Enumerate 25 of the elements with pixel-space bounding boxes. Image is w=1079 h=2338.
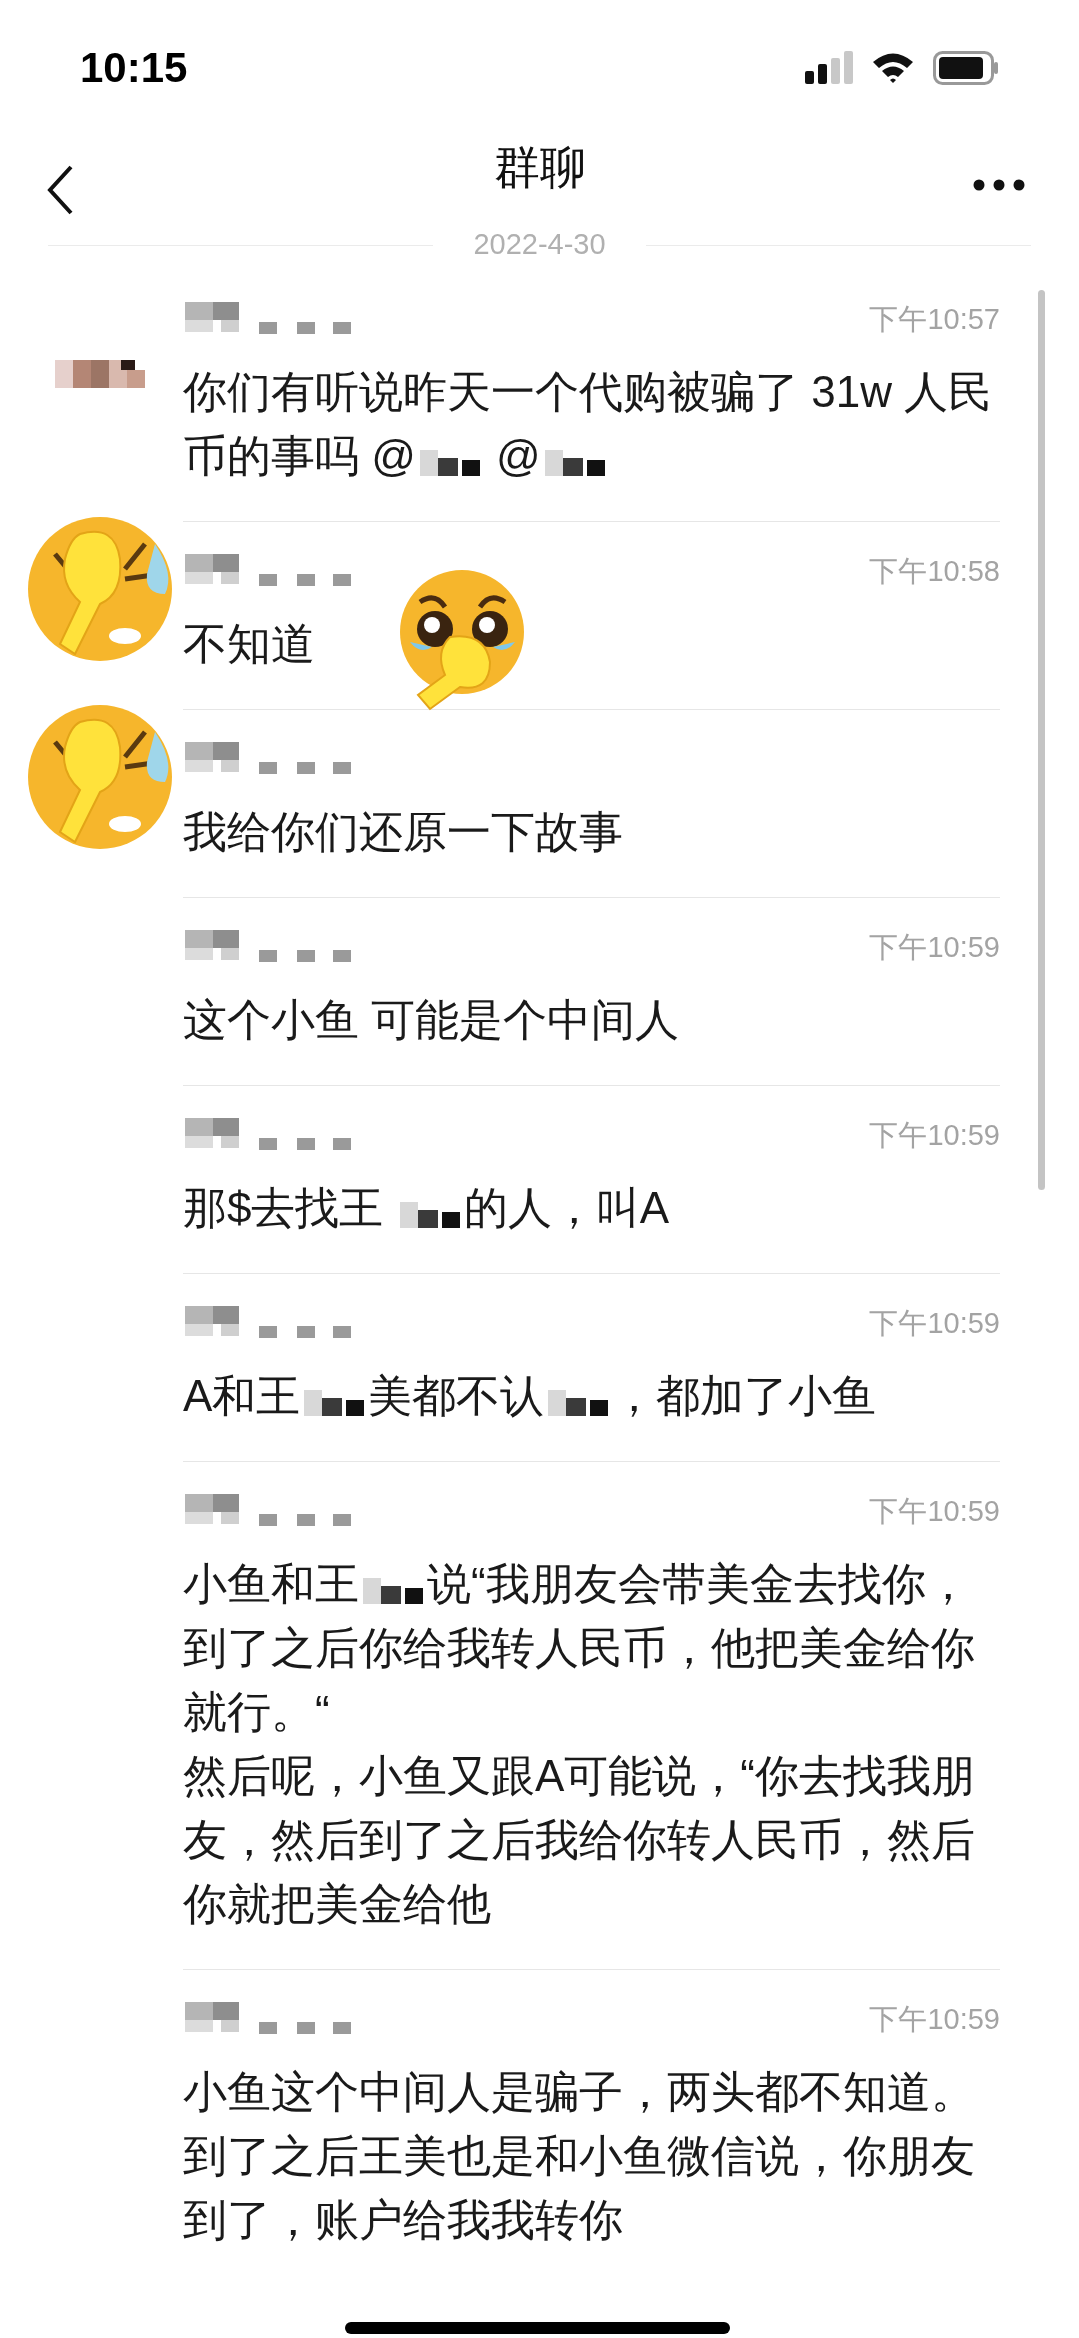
message-text: 不知道 bbox=[183, 618, 316, 670]
chat-title: 群聊 bbox=[493, 140, 586, 195]
battery-icon bbox=[933, 50, 999, 85]
message-time: 下午10:59 bbox=[869, 1306, 1000, 1341]
facepalm-emoji-avatar-icon bbox=[25, 702, 175, 852]
message-text: 小鱼和王 说“我朋友会带美金去找你，到了之后你给我转人民币，他把美金给你就行。“ 然后呢，小鱼又跟A可能说，“你去找我朋友，然后到了之后我给你转人民币，然后你就把美金给他 bbox=[183, 1558, 976, 1930]
message-text: 小鱼这个中间人是骗子，两头都不知道。 到了之后王美也是和小鱼微信说，你朋友到了，账户给我我转你 bbox=[183, 2066, 976, 2246]
back-chevron-icon bbox=[46, 164, 74, 216]
message-time: 下午10:59 bbox=[869, 2002, 1000, 2037]
message-text: 我给你们还原一下故事 bbox=[183, 806, 624, 858]
message-text: A和王 美都不认 ，都加了小鱼 bbox=[183, 1370, 878, 1422]
more-icon bbox=[973, 179, 1025, 191]
message-time: 下午10:57 bbox=[869, 302, 1000, 337]
status-time: 10:15 bbox=[80, 43, 188, 93]
message-time: 下午10:58 bbox=[869, 554, 1000, 589]
message-text: 这个小鱼 可能是个中间人 bbox=[183, 994, 681, 1046]
message-time: 下午10:59 bbox=[869, 1118, 1000, 1153]
message-time: 下午10:59 bbox=[869, 1494, 1000, 1529]
blurred-avatar-icon bbox=[55, 360, 145, 388]
message-text: 那$去找王 的人，叫A bbox=[183, 1182, 671, 1234]
facepalm-emoji-avatar-icon bbox=[25, 514, 175, 664]
signal-icon bbox=[805, 50, 853, 85]
message-text: 你们有听说昨天一个代购被骗了 31w 人民币的事吗 @ @ bbox=[183, 366, 994, 482]
date-divider: 2022-4-30 bbox=[473, 227, 606, 263]
message-time: 下午10:59 bbox=[869, 930, 1000, 965]
